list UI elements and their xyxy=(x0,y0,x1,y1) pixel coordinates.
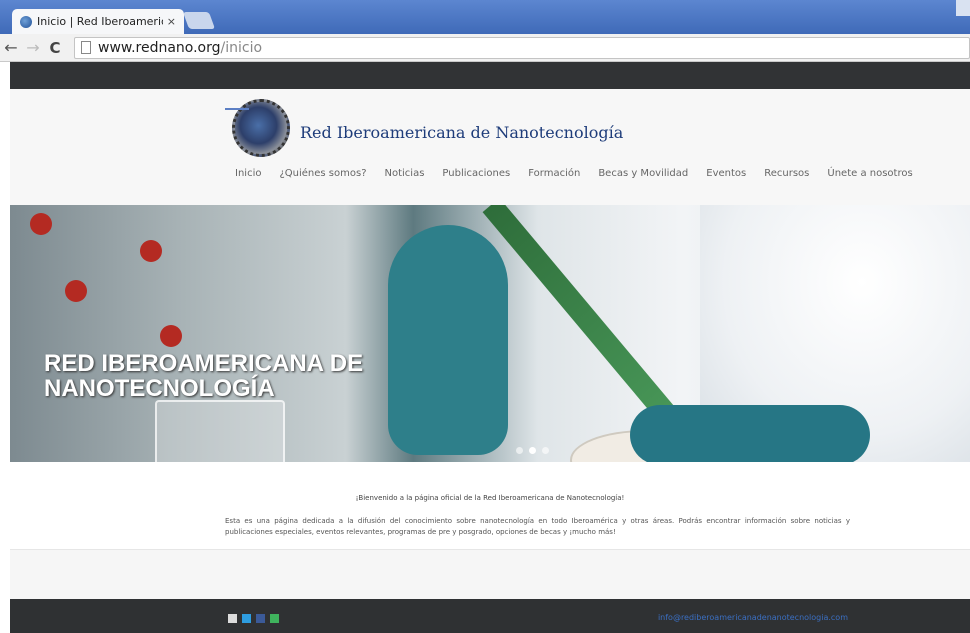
site-footer: info@rediberoamericanadenanotecnologia.c… xyxy=(10,599,970,633)
slider-dot-active[interactable] xyxy=(529,447,536,454)
welcome-text: ¡Bienvenido a la página oficial de la Re… xyxy=(355,494,625,502)
browser-tabstrip: Inicio | Red Iberoamerican × xyxy=(0,0,970,34)
hero-molecule-ball xyxy=(30,213,52,235)
nav-item-becas[interactable]: Becas y Movilidad xyxy=(598,168,688,179)
nav-item-unete[interactable]: Únete a nosotros xyxy=(827,168,912,179)
nav-item-formacion[interactable]: Formación xyxy=(528,168,580,179)
site-header: Red Iberoamericana de Nanotecnología Ini… xyxy=(10,89,970,205)
share-icon[interactable] xyxy=(270,614,279,623)
hero-molecule-ball xyxy=(160,325,182,347)
globe-favicon-icon xyxy=(20,15,32,28)
hero-molecule-ball xyxy=(65,280,87,302)
hero-glove-graphic xyxy=(630,405,870,462)
tab-close-icon[interactable]: × xyxy=(167,15,176,28)
slider-dot[interactable] xyxy=(516,447,523,454)
hero-glove-graphic xyxy=(388,225,508,455)
tab-title: Inicio | Red Iberoamerican xyxy=(37,15,163,28)
active-nav-indicator xyxy=(225,108,249,110)
footer-email-link[interactable]: info@rediberoamericanadenanotecnologia.c… xyxy=(658,613,848,622)
slider-dot[interactable] xyxy=(542,447,549,454)
browser-toolbar: ← → C www.rednano.org/inicio xyxy=(0,34,970,62)
back-button[interactable]: ← xyxy=(0,38,22,57)
page-icon xyxy=(81,41,91,54)
description-text: Esta es una página dedicada a la difusió… xyxy=(225,517,850,536)
nav-item-eventos[interactable]: Eventos xyxy=(706,168,746,179)
nav-item-recursos[interactable]: Recursos xyxy=(764,168,809,179)
nav-item-quienes-somos[interactable]: ¿Quiénes somos? xyxy=(279,168,366,179)
hero-title: RED IBEROAMERICANA DE NANOTECNOLOGÍA xyxy=(44,350,364,402)
top-dark-bar xyxy=(10,62,970,89)
hero-slider[interactable]: RED IBEROAMERICANA DE NANOTECNOLOGÍA xyxy=(10,205,970,462)
nav-item-noticias[interactable]: Noticias xyxy=(385,168,425,179)
new-tab-button[interactable] xyxy=(182,12,216,29)
nav-item-publicaciones[interactable]: Publicaciones xyxy=(442,168,510,179)
mail-icon[interactable] xyxy=(228,614,237,623)
forward-button[interactable]: → xyxy=(22,38,44,57)
hero-molecule-ball xyxy=(140,240,162,262)
social-links xyxy=(228,614,284,623)
content-spacer xyxy=(10,549,970,599)
site-title[interactable]: Red Iberoamericana de Nanotecnología xyxy=(300,123,623,142)
address-bar[interactable]: www.rednano.org/inicio xyxy=(74,36,970,59)
nav-item-inicio[interactable]: Inicio xyxy=(235,168,261,179)
facebook-icon[interactable] xyxy=(256,614,265,623)
twitter-icon[interactable] xyxy=(242,614,251,623)
slider-dots xyxy=(516,447,555,454)
url-path: /inicio xyxy=(220,39,263,56)
browser-tab[interactable]: Inicio | Red Iberoamerican × xyxy=(12,9,184,34)
main-nav: Inicio ¿Quiénes somos? Noticias Publicac… xyxy=(235,168,931,179)
reload-button[interactable]: C xyxy=(44,39,66,57)
url-host: www.rednano.org xyxy=(98,39,221,56)
hero-beaker-graphic xyxy=(155,400,285,462)
window-control-icon[interactable] xyxy=(956,0,970,16)
